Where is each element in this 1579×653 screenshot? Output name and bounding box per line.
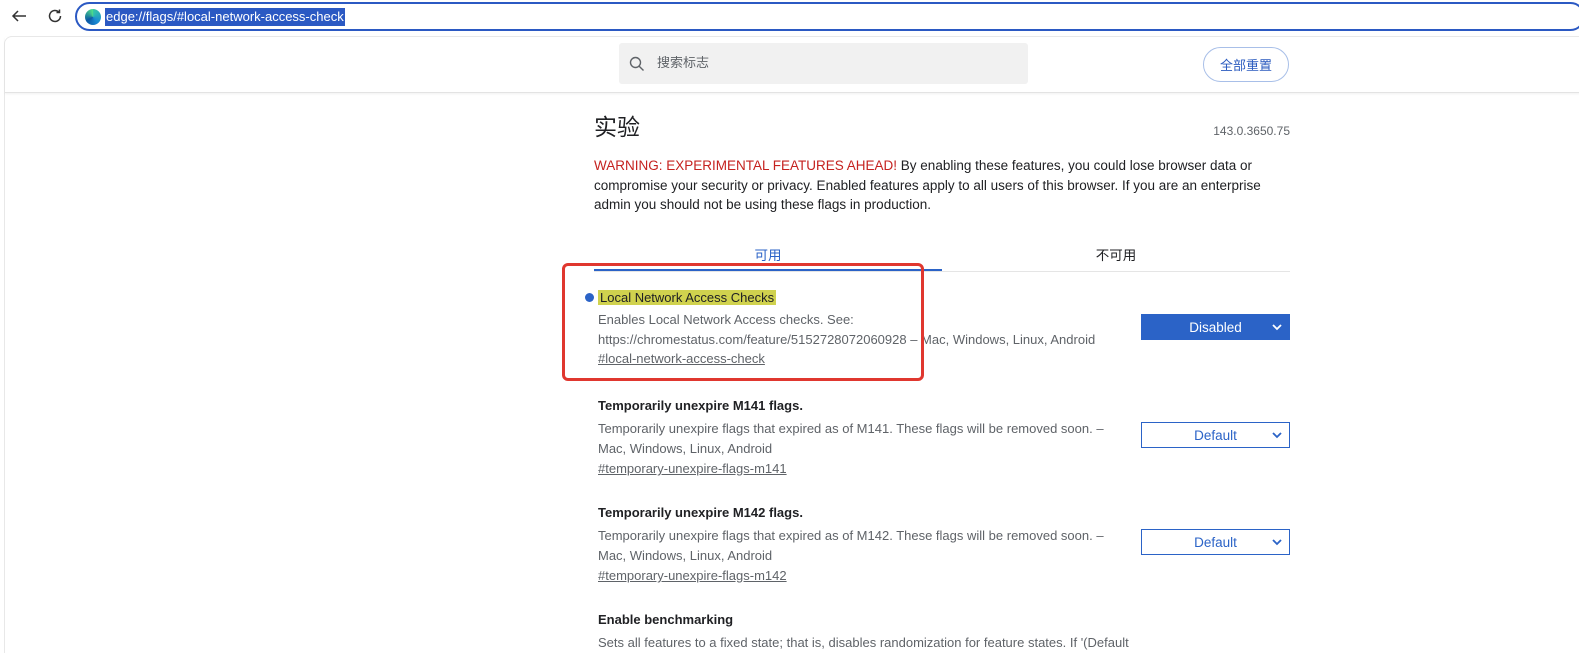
flag-description: Enables Local Network Access checks. See… <box>598 312 1096 347</box>
flag-description: Sets all features to a fixed state; that… <box>598 635 1129 650</box>
flag-select[interactable]: Default <box>1141 422 1290 448</box>
edge-logo-icon <box>85 8 101 25</box>
browser-toolbar: edge://flags/#local-network-access-check <box>0 0 1579 32</box>
flag-item: Enable benchmarking Sets all features to… <box>598 611 1294 653</box>
url-text[interactable]: edge://flags/#local-network-access-check <box>105 7 345 26</box>
page-title: 实验 <box>594 115 640 141</box>
warning-text: WARNING: EXPERIMENTAL FEATURES AHEAD! By… <box>594 156 1290 215</box>
refresh-button[interactable] <box>42 3 68 29</box>
search-box[interactable] <box>619 43 1028 84</box>
title-row: 实验 143.0.3650.75 <box>594 106 1290 141</box>
tab-available[interactable]: 可用 <box>594 239 942 271</box>
tab-unavailable[interactable]: 不可用 <box>942 239 1290 271</box>
search-input[interactable] <box>657 56 997 71</box>
flag-item: Temporarily unexpire M141 flags. Tempora… <box>598 397 1294 478</box>
flag-select[interactable]: Default <box>1141 529 1290 555</box>
flag-select[interactable]: Disabled <box>1141 314 1290 340</box>
refresh-icon <box>48 9 62 23</box>
flag-name: Temporarily unexpire M141 flags. <box>598 398 803 413</box>
flags-header: 全部重置 <box>5 37 1579 93</box>
flag-link[interactable]: #temporary-unexpire-flags-m142 <box>598 568 787 583</box>
flag-item: Temporarily unexpire M142 flags. Tempora… <box>598 504 1294 585</box>
flag-select-value: Default <box>1194 534 1237 550</box>
flag-link[interactable]: #temporary-unexpire-flags-m141 <box>598 461 787 476</box>
flag-description: Temporarily unexpire flags that expired … <box>598 528 1104 563</box>
version-label: 143.0.3650.75 <box>1213 124 1290 138</box>
flag-name: Local Network Access Checks <box>598 290 777 305</box>
search-icon <box>629 56 644 71</box>
back-arrow-icon <box>11 10 26 22</box>
flag-link[interactable]: #local-network-access-check <box>598 351 765 366</box>
flag-select-value: Default <box>1194 427 1237 443</box>
warning-prefix: WARNING: EXPERIMENTAL FEATURES AHEAD! <box>594 158 898 173</box>
flag-item: Local Network Access Checks Enables Loca… <box>585 289 1294 368</box>
main-content: 实验 143.0.3650.75 WARNING: EXPERIMENTAL F… <box>594 106 1290 272</box>
flag-select-value: Disabled <box>1189 319 1242 335</box>
chevron-down-icon <box>1272 324 1282 331</box>
flag-name: Enable benchmarking <box>598 612 734 627</box>
address-bar[interactable]: edge://flags/#local-network-access-check <box>75 2 1579 31</box>
reset-all-button[interactable]: 全部重置 <box>1203 47 1289 82</box>
flag-name: Temporarily unexpire M142 flags. <box>598 505 803 520</box>
tabs: 可用 不可用 <box>594 239 1290 272</box>
chevron-down-icon <box>1272 539 1282 546</box>
back-button[interactable] <box>6 3 32 29</box>
modified-dot-icon <box>585 293 594 302</box>
chevron-down-icon <box>1272 432 1282 439</box>
flag-description: Temporarily unexpire flags that expired … <box>598 421 1104 456</box>
